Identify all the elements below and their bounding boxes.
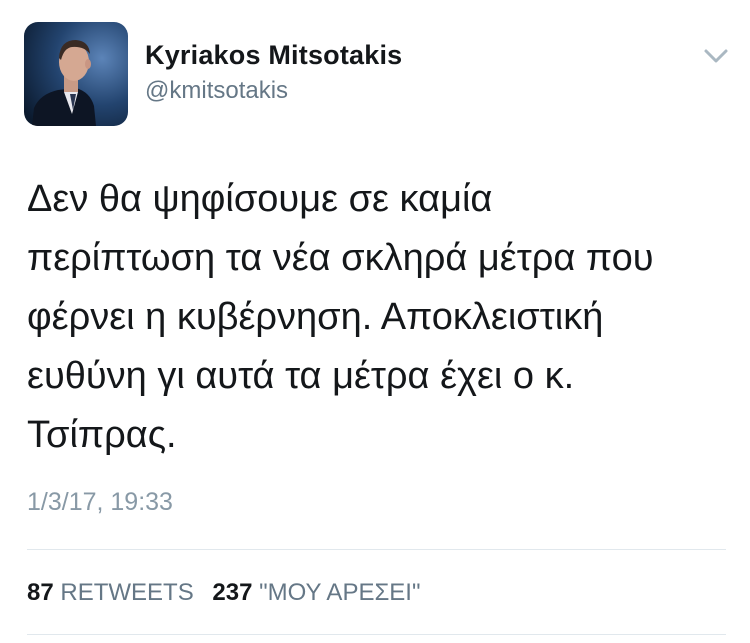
tweet-text-line: περίπτωση τα νέα σκληρά μέτρα που <box>27 237 654 279</box>
avatar[interactable] <box>24 22 128 126</box>
divider <box>27 634 726 635</box>
retweets-label[interactable]: RETWEETS <box>60 579 193 606</box>
tweet-timestamp: 1/3/17, 19:33 <box>27 488 173 516</box>
avatar-photo <box>24 22 128 126</box>
engagement-stats: 87 RETWEETS 237 "ΜΟΥ ΑΡΕΣΕΙ" <box>27 579 421 607</box>
tweet-text-line: Τσίπρας. <box>27 414 177 456</box>
tweet-text-line: φέρνει η κυβέρνηση. Αποκλειστική <box>27 296 604 338</box>
divider <box>27 549 726 550</box>
chevron-down-icon[interactable] <box>702 46 730 66</box>
tweet-text-line: Δεν θα ψηφίσουμε σε καμία <box>27 178 493 220</box>
author-name[interactable]: Kyriakos Mitsotakis <box>145 40 402 71</box>
tweet-text-line: ευθύνη γι αυτά τα μέτρα έχει ο κ. <box>27 355 575 397</box>
retweets-count[interactable]: 87 <box>27 579 54 606</box>
likes-count[interactable]: 237 <box>212 579 252 606</box>
likes-label[interactable]: "ΜΟΥ ΑΡΕΣΕΙ" <box>259 579 420 606</box>
author-handle[interactable]: @kmitsotakis <box>145 77 288 105</box>
tweet-card: Kyriakos Mitsotakis @kmitsotakis Δεν θα … <box>0 0 750 643</box>
tweet-text: Δεν θα ψηφίσουμε σε καμία περίπτωση τα ν… <box>27 170 727 465</box>
